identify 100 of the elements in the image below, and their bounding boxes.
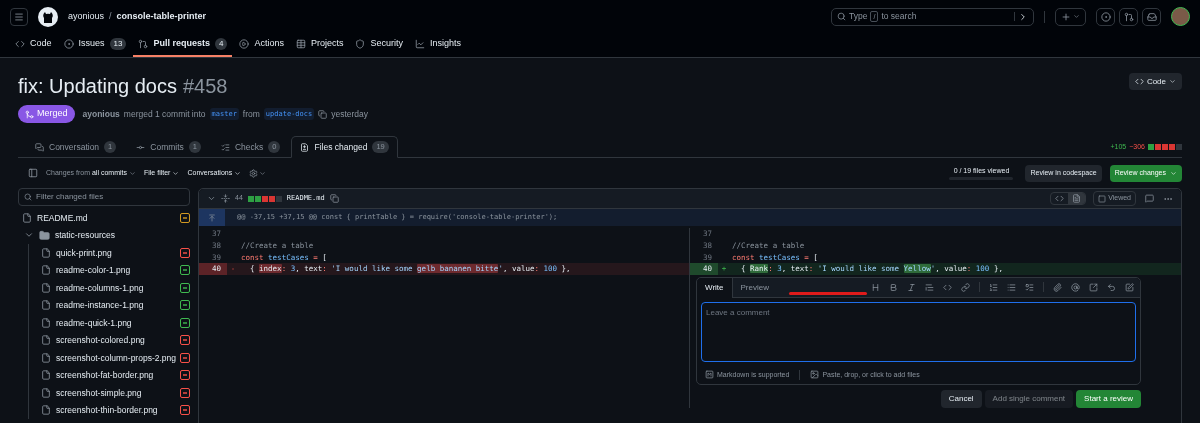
command-palette-icon[interactable] xyxy=(1018,11,1028,22)
pull-request-icon xyxy=(1123,11,1134,22)
merge-text: merged 1 commit into xyxy=(123,107,206,121)
file-item[interactable]: screenshot-colored.png xyxy=(41,334,177,347)
pull-requests-button[interactable] xyxy=(1119,7,1138,26)
issues-button[interactable] xyxy=(1096,7,1115,26)
repo-nav-tab[interactable]: Insights xyxy=(409,33,466,57)
repo-nav-tab[interactable]: Issues 13 xyxy=(58,33,132,57)
expand-lines-icon[interactable] xyxy=(221,194,230,203)
file-diff-icon xyxy=(300,142,310,152)
copy-icon[interactable] xyxy=(329,194,339,203)
file-icon xyxy=(41,335,51,346)
code-icon xyxy=(15,39,25,49)
avatar[interactable] xyxy=(1171,7,1190,26)
bold-icon[interactable] xyxy=(889,282,898,292)
link-icon[interactable] xyxy=(961,282,970,292)
file-item[interactable]: quick-print.png xyxy=(41,246,177,259)
search-icon xyxy=(837,12,846,21)
caret-icon xyxy=(1170,169,1177,177)
reference-icon[interactable] xyxy=(1089,282,1098,292)
file-item[interactable]: readme-instance-1.png xyxy=(41,299,177,312)
path-separator: / xyxy=(109,9,112,23)
reply-icon[interactable] xyxy=(1107,282,1116,292)
file-icon xyxy=(41,300,51,311)
file-icon xyxy=(41,247,51,258)
plus-icon xyxy=(1061,11,1071,22)
numbered-list-icon[interactable] xyxy=(989,282,998,292)
search-icon xyxy=(24,193,32,201)
repo-nav-tab[interactable]: Code xyxy=(10,33,57,57)
file-icon xyxy=(41,405,51,416)
file-item[interactable]: screenshot-column-props-2.png xyxy=(41,351,177,364)
pr-author[interactable]: ayonious xyxy=(82,107,120,121)
file-item[interactable]: readme-color-1.png xyxy=(41,264,177,277)
comment-icon[interactable] xyxy=(1145,194,1154,203)
table-icon xyxy=(295,39,306,49)
file-icon xyxy=(41,352,51,363)
repo-nav-tab[interactable]: Actions xyxy=(234,33,289,57)
cancel-button[interactable]: Cancel xyxy=(940,389,982,408)
filter-files-field[interactable]: Filter changed files xyxy=(18,188,190,206)
caret-icon xyxy=(1073,13,1080,20)
repo-nav-tab[interactable]: Security xyxy=(350,33,408,57)
copy-icon[interactable] xyxy=(318,109,328,119)
play-icon xyxy=(239,39,250,49)
from-text: from xyxy=(242,107,260,121)
caret-icon xyxy=(129,169,136,177)
circle-dot-icon xyxy=(1100,11,1111,22)
file-item[interactable]: screenshot-fat-border.png xyxy=(41,369,177,382)
repo-owner[interactable]: ayonious xyxy=(68,9,105,24)
merge-icon xyxy=(25,109,34,119)
file-item[interactable]: README.md xyxy=(22,211,177,224)
comment-field[interactable]: Leave a comment xyxy=(701,301,1136,362)
search-placeholder: Type xyxy=(849,10,868,23)
expand-up-icon[interactable] xyxy=(208,213,216,222)
search-placeholder: to search xyxy=(881,10,917,23)
merge-time: yesterday xyxy=(331,107,369,121)
settings-icon xyxy=(249,168,259,178)
code-button[interactable]: Code xyxy=(1128,73,1182,90)
create-button[interactable] xyxy=(1055,7,1086,26)
code-icon xyxy=(1055,194,1065,203)
folder-item[interactable]: static-resources xyxy=(18,226,190,244)
file-icon xyxy=(22,212,32,223)
repo-nav-tab[interactable]: Projects xyxy=(290,33,349,57)
comment-tab[interactable]: Write xyxy=(697,277,733,298)
repo-name[interactable]: console-table-printer xyxy=(116,9,207,24)
edit-icon[interactable] xyxy=(1125,282,1134,292)
collapse-icon[interactable] xyxy=(207,194,216,203)
diffstat-blocks-icon xyxy=(247,195,282,202)
repo-nav-tab[interactable]: Pull requests 4 xyxy=(133,33,233,57)
italic-icon[interactable] xyxy=(907,282,916,292)
paperclip-icon[interactable] xyxy=(1053,282,1062,292)
file-item[interactable]: screenshot-simple.png xyxy=(41,386,177,399)
pull-request-icon xyxy=(138,39,149,49)
code-icon[interactable] xyxy=(943,282,952,292)
quote-icon[interactable] xyxy=(925,282,934,292)
menu-button[interactable] xyxy=(10,7,28,26)
rich-view-button[interactable] xyxy=(1068,193,1086,204)
caret-icon xyxy=(1169,78,1176,85)
task-list-icon[interactable] xyxy=(1025,282,1034,292)
pr-number: #458 xyxy=(183,74,228,99)
settings-button[interactable] xyxy=(249,168,267,178)
inbox-button[interactable] xyxy=(1142,7,1161,26)
mention-icon[interactable] xyxy=(1071,282,1080,292)
circle-dot-icon xyxy=(63,39,74,49)
bullet-list-icon[interactable] xyxy=(1007,282,1016,292)
shield-icon xyxy=(355,39,366,49)
start-review-button[interactable]: Start a review xyxy=(1076,389,1141,408)
logo-icon[interactable] xyxy=(38,6,58,27)
file-item[interactable]: readme-quick-1.png xyxy=(41,316,177,329)
file-icon xyxy=(1072,194,1082,203)
checklist-icon xyxy=(220,142,230,152)
comments-icon xyxy=(35,142,44,152)
file-item[interactable]: screenshot-thin-border.png xyxy=(41,404,177,417)
comment-tab[interactable]: Preview xyxy=(732,277,777,298)
code-icon xyxy=(1134,77,1144,86)
file-icon xyxy=(41,317,51,328)
heading-icon[interactable] xyxy=(871,282,880,292)
graph-icon xyxy=(414,39,425,49)
sidebar-toggle-icon[interactable] xyxy=(28,168,38,178)
file-item[interactable]: readme-columns-1.png xyxy=(41,281,177,294)
count-badge: 13 xyxy=(109,38,127,50)
